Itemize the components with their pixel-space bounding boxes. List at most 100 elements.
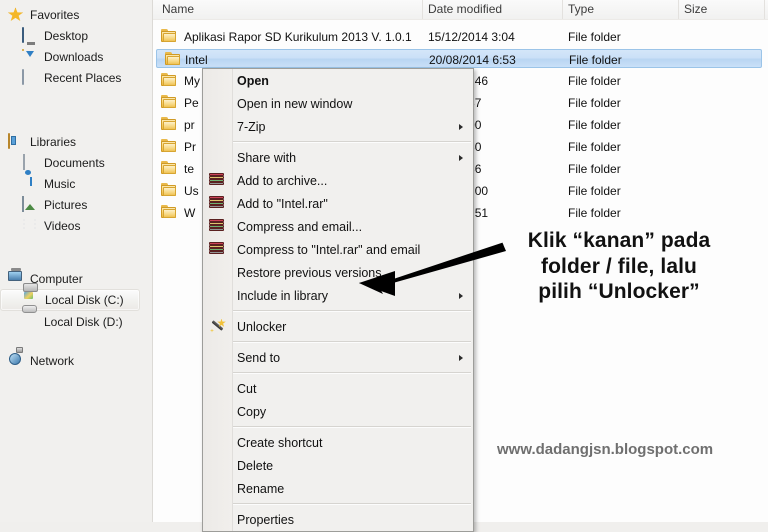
sidebar-item-music[interactable]: Music xyxy=(0,173,152,194)
menu-item-label: Open xyxy=(237,73,269,88)
folder-icon xyxy=(161,161,177,176)
menu-item-label: Compress and email... xyxy=(237,219,363,234)
folder-icon xyxy=(161,205,177,220)
sidebar-item-label: Network xyxy=(30,353,75,368)
menu-item-add-to-intel-rar[interactable]: Add to "Intel.rar" xyxy=(203,192,473,215)
submenu-arrow-icon xyxy=(459,154,463,161)
sidebar-item-label: Recent Places xyxy=(44,70,122,85)
sidebar-item-videos[interactable]: Videos xyxy=(0,215,152,236)
cell-type: File folder xyxy=(568,74,621,88)
cell-name: pr xyxy=(184,118,195,132)
network-icon xyxy=(8,346,25,369)
sidebar-item-label: Computer xyxy=(30,271,83,286)
music-note-icon xyxy=(22,176,39,192)
menu-separator xyxy=(233,310,471,312)
column-divider[interactable] xyxy=(422,0,423,19)
menu-item-label: Copy xyxy=(237,404,267,419)
watermark: www.dadangjsn.blogspot.com xyxy=(497,441,714,458)
menu-item-label: Properties xyxy=(237,512,294,527)
video-film-icon xyxy=(22,218,39,234)
winrar-books-icon xyxy=(209,172,226,189)
menu-item-create-shortcut[interactable]: Create shortcut xyxy=(203,431,473,454)
menu-item-compress-and-email[interactable]: Compress and email... xyxy=(203,215,473,238)
nav-group-favorites: Favorites Desktop Downloads Recent Places xyxy=(0,4,152,88)
sidebar-item-documents[interactable]: Documents xyxy=(0,152,152,173)
folder-icon xyxy=(161,73,177,88)
cell-name: Intel xyxy=(185,53,208,67)
menu-item-label: Create shortcut xyxy=(237,435,323,450)
column-header-name[interactable]: Name xyxy=(162,2,194,16)
sidebar-item-downloads[interactable]: Downloads xyxy=(0,46,152,67)
menu-item-share-with[interactable]: Share with xyxy=(203,146,473,169)
cell-name: Pr xyxy=(184,140,196,154)
column-header-date[interactable]: Date modified xyxy=(428,2,502,16)
explorer-window: Favorites Desktop Downloads Recent Places Li… xyxy=(0,0,768,532)
menu-item-label: Rename xyxy=(237,481,285,496)
table-row[interactable]: Intel 20/08/2014 6:53 File folder xyxy=(156,49,762,68)
star-icon xyxy=(8,7,25,23)
sidebar-item-network[interactable]: Network xyxy=(0,346,152,371)
menu-item-label: Unlocker xyxy=(237,319,287,334)
menu-item-cut[interactable]: Cut xyxy=(203,377,473,400)
sidebar-item-label: Videos xyxy=(44,218,81,233)
recent-places-icon xyxy=(22,68,39,86)
sidebar-item-local-disk-d[interactable]: Local Disk (D:) xyxy=(0,304,152,332)
sidebar-item-label: Desktop xyxy=(44,28,89,43)
cell-type: File folder xyxy=(568,118,621,132)
libraries-icon xyxy=(8,132,25,150)
menu-item-open[interactable]: Open xyxy=(203,69,473,92)
context-menu[interactable]: Open Open in new window 7-Zip Share with Add… xyxy=(202,68,474,532)
menu-item-add-to-archive[interactable]: Add to archive... xyxy=(203,169,473,192)
winrar-books-icon xyxy=(209,241,226,258)
column-divider[interactable] xyxy=(562,0,563,19)
menu-item-delete[interactable]: Delete xyxy=(203,454,473,477)
column-header-bar: Name Date modified Type Size xyxy=(153,0,768,19)
sidebar-item-label: Downloads xyxy=(44,49,104,64)
table-row[interactable]: Aplikasi Rapor SD Kurikulum 2013 V. 1.0.… xyxy=(153,27,768,48)
column-divider[interactable] xyxy=(764,0,765,19)
menu-item-restore-previous-versions[interactable]: Restore previous versions xyxy=(203,261,473,284)
document-icon xyxy=(22,153,39,171)
navigation-pane: Favorites Desktop Downloads Recent Places Li… xyxy=(0,0,153,522)
folder-icon xyxy=(161,117,177,132)
picture-icon xyxy=(22,195,39,213)
winrar-books-icon xyxy=(209,218,226,235)
cell-date-modified: 20/08/2014 6:53 xyxy=(429,53,516,67)
column-header-size[interactable]: Size xyxy=(684,2,707,16)
folder-icon xyxy=(165,52,181,67)
menu-item-label: Open in new window xyxy=(237,96,353,111)
menu-item-label: Share with xyxy=(237,150,297,165)
cell-type: File folder xyxy=(568,184,621,198)
annotation-line-1: Klik “kanan” pada xyxy=(527,229,711,252)
cell-type: File folder xyxy=(568,206,621,220)
annotation-line-3: pilih “Unlocker” xyxy=(538,280,700,304)
menu-item-unlocker[interactable]: Unlocker xyxy=(203,315,473,338)
sidebar-item-favorites[interactable]: Favorites xyxy=(0,4,152,25)
folder-icon xyxy=(161,29,177,44)
menu-item-open-in-new-window[interactable]: Open in new window xyxy=(203,92,473,115)
sidebar-item-local-disk-c[interactable]: Local Disk (C:) xyxy=(0,283,140,311)
cell-type: File folder xyxy=(568,96,621,110)
menu-separator xyxy=(233,341,471,343)
menu-separator xyxy=(233,141,471,143)
sidebar-item-recent-places[interactable]: Recent Places xyxy=(0,67,152,88)
column-divider[interactable] xyxy=(678,0,679,19)
menu-item-rename[interactable]: Rename xyxy=(203,477,473,500)
sidebar-item-libraries[interactable]: Libraries xyxy=(0,131,152,152)
menu-item-compress-to-intel-rar-and-email[interactable]: Compress to "Intel.rar" and email xyxy=(203,238,473,261)
sidebar-item-pictures[interactable]: Pictures xyxy=(0,194,152,215)
column-header-type[interactable]: Type xyxy=(568,2,594,16)
menu-item-copy[interactable]: Copy xyxy=(203,400,473,423)
magic-wand-icon xyxy=(209,318,226,335)
sidebar-item-label: Local Disk (C:) xyxy=(45,293,124,307)
menu-item-properties[interactable]: Properties xyxy=(203,508,473,531)
submenu-arrow-icon xyxy=(459,292,463,299)
menu-item-7-zip[interactable]: 7-Zip xyxy=(203,115,473,138)
menu-item-send-to[interactable]: Send to xyxy=(203,346,473,369)
submenu-arrow-icon xyxy=(459,354,463,361)
menu-item-include-in-library[interactable]: Include in library xyxy=(203,284,473,307)
cell-type: File folder xyxy=(568,140,621,154)
cell-name: Us xyxy=(184,184,199,198)
sidebar-item-desktop[interactable]: Desktop xyxy=(0,25,152,46)
hard-disk-icon xyxy=(22,304,39,330)
